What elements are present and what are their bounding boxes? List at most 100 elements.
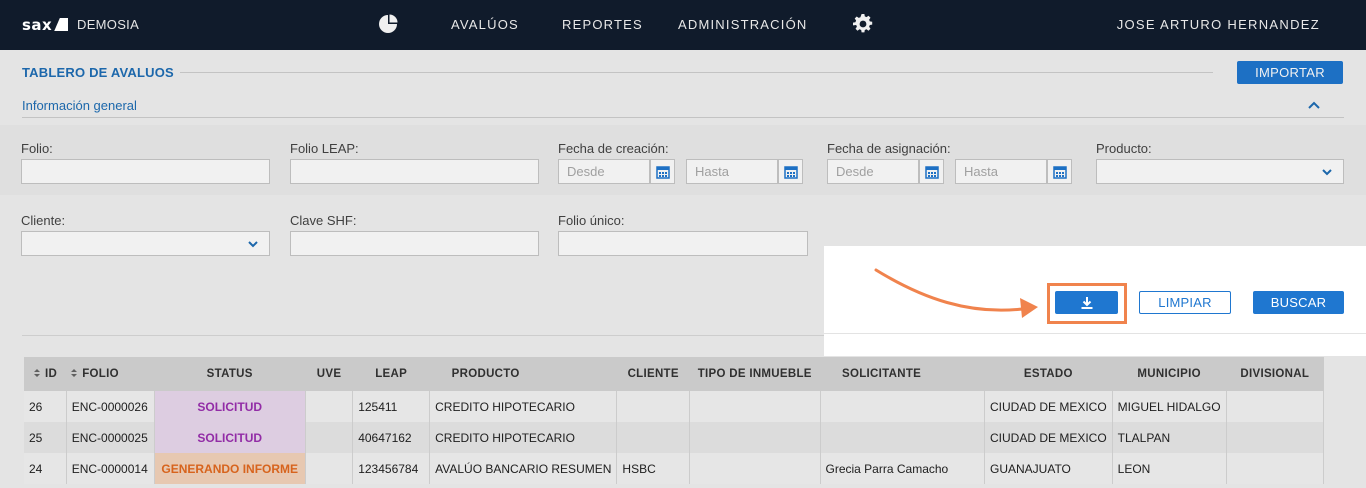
calendar-icon[interactable] bbox=[650, 159, 675, 184]
folio-leap-label: Folio LEAP: bbox=[290, 141, 359, 156]
chevron-down-icon bbox=[248, 241, 258, 248]
column-header-solicitante[interactable]: SOLICITANTE bbox=[820, 357, 985, 391]
column-header-divisional[interactable]: DIVISIONAL bbox=[1226, 357, 1324, 391]
nav-administracion[interactable]: ADMINISTRACIÓN bbox=[678, 17, 807, 32]
sax-logo[interactable]: sax bbox=[22, 16, 69, 34]
status-badge: GENERANDO INFORME bbox=[154, 453, 306, 484]
top-navbar: sax DEMOSIA AVALÚOS REPORTES ADMINISTRAC… bbox=[0, 0, 1366, 50]
cell-uve bbox=[305, 453, 354, 484]
fecha-creacion-hasta-input[interactable] bbox=[686, 159, 778, 184]
cell-estado: CIUDAD DE MEXICO bbox=[984, 391, 1113, 422]
folio-leap-input[interactable] bbox=[290, 159, 539, 184]
cell-id: 24 bbox=[24, 453, 67, 484]
cell-estado: CIUDAD DE MEXICO bbox=[984, 422, 1113, 453]
section-title[interactable]: Información general bbox=[22, 98, 137, 113]
clave-shf-label: Clave SHF: bbox=[290, 213, 357, 228]
folio-unico-label: Folio único: bbox=[558, 213, 625, 228]
sort-icon bbox=[34, 369, 41, 377]
status-badge: SOLICITUD bbox=[154, 391, 306, 422]
folio-input[interactable] bbox=[21, 159, 270, 184]
column-header-leap[interactable]: LEAP bbox=[352, 357, 430, 391]
download-button[interactable] bbox=[1055, 291, 1118, 314]
status-badge: SOLICITUD bbox=[154, 422, 306, 453]
divider bbox=[824, 333, 1366, 334]
column-header-tipo-inmueble[interactable]: TIPO DE INMUEBLE bbox=[689, 357, 820, 391]
cell-solicitante: Grecia Parra Camacho bbox=[820, 453, 985, 484]
divider bbox=[22, 117, 1344, 118]
column-header-folio[interactable]: FOLIO bbox=[66, 357, 155, 391]
cell-tipo-inmueble bbox=[689, 391, 821, 422]
cell-folio: ENC-0000026 bbox=[66, 391, 155, 422]
cell-id: 25 bbox=[24, 422, 67, 453]
cell-solicitante bbox=[820, 422, 985, 453]
fecha-creacion-label: Fecha de creación: bbox=[558, 141, 669, 156]
cell-tipo-inmueble bbox=[689, 453, 821, 484]
fecha-asignacion-label: Fecha de asignación: bbox=[827, 141, 951, 156]
nav-avaluos[interactable]: AVALÚOS bbox=[451, 17, 519, 32]
fecha-asignacion-desde-input[interactable] bbox=[827, 159, 919, 184]
column-header-cliente[interactable]: CLIENTE bbox=[616, 357, 690, 391]
folio-label: Folio: bbox=[21, 141, 53, 156]
cell-cliente bbox=[616, 422, 691, 453]
cell-tipo-inmueble bbox=[689, 422, 821, 453]
cell-producto: CREDITO HIPOTECARIO bbox=[429, 422, 618, 453]
cell-uve bbox=[305, 391, 354, 422]
chevron-down-icon bbox=[1322, 169, 1332, 176]
cell-municipio: LEON bbox=[1112, 453, 1227, 484]
cell-solicitante bbox=[820, 391, 985, 422]
column-header-uve[interactable]: UVE bbox=[305, 357, 353, 391]
cell-cliente: HSBC bbox=[616, 453, 691, 484]
cell-cliente bbox=[616, 391, 691, 422]
cell-uve bbox=[305, 422, 354, 453]
column-header-id[interactable]: ID bbox=[24, 357, 67, 391]
column-header-municipio[interactable]: MUNICIPIO bbox=[1112, 357, 1227, 391]
cell-municipio: MIGUEL HIDALGO bbox=[1112, 391, 1227, 422]
clave-shf-input[interactable] bbox=[290, 231, 539, 256]
cell-producto: CREDITO HIPOTECARIO bbox=[429, 391, 618, 422]
sort-icon bbox=[71, 369, 78, 377]
cell-leap: 40647162 bbox=[352, 422, 431, 453]
folio-unico-input[interactable] bbox=[558, 231, 808, 256]
nav-reportes[interactable]: REPORTES bbox=[562, 17, 643, 32]
annotation-arrow-icon bbox=[874, 268, 1038, 318]
fecha-asignacion-hasta-input[interactable] bbox=[955, 159, 1047, 184]
cell-leap: 123456784 bbox=[352, 453, 431, 484]
table-row[interactable]: 24 ENC-0000014 GENERANDO INFORME 1234567… bbox=[24, 453, 1325, 484]
cliente-label: Cliente: bbox=[21, 213, 66, 228]
divider bbox=[180, 72, 1213, 73]
calendar-icon[interactable] bbox=[1047, 159, 1072, 184]
import-button[interactable]: IMPORTAR bbox=[1237, 61, 1343, 84]
cell-folio: ENC-0000025 bbox=[66, 422, 155, 453]
cell-producto: AVALÚO BANCARIO RESUMEN bbox=[429, 453, 618, 484]
pie-chart-icon[interactable] bbox=[378, 14, 398, 34]
column-header-estado[interactable]: ESTADO bbox=[984, 357, 1113, 391]
cell-divisional bbox=[1226, 422, 1325, 453]
cell-divisional bbox=[1226, 453, 1325, 484]
cliente-select[interactable] bbox=[21, 231, 270, 256]
buscar-button[interactable]: BUSCAR bbox=[1253, 291, 1344, 314]
producto-select[interactable] bbox=[1096, 159, 1344, 184]
table-row[interactable]: 26 ENC-0000026 SOLICITUD 125411 CREDITO … bbox=[24, 391, 1325, 422]
cell-leap: 125411 bbox=[352, 391, 431, 422]
cell-divisional bbox=[1226, 391, 1325, 422]
fecha-creacion-desde-input[interactable] bbox=[558, 159, 650, 184]
cell-municipio: TLALPAN bbox=[1112, 422, 1227, 453]
download-icon bbox=[1081, 296, 1092, 309]
producto-label: Producto: bbox=[1096, 141, 1152, 156]
limpiar-button[interactable]: LIMPIAR bbox=[1139, 291, 1231, 314]
cell-estado: GUANAJUATO bbox=[984, 453, 1113, 484]
column-header-producto[interactable]: PRODUCTO bbox=[429, 357, 617, 391]
brand-name: DEMOSIA bbox=[77, 17, 140, 32]
calendar-icon[interactable] bbox=[778, 159, 803, 184]
cell-folio: ENC-0000014 bbox=[66, 453, 155, 484]
chevron-up-icon[interactable] bbox=[1307, 98, 1321, 112]
gear-icon[interactable] bbox=[853, 14, 873, 34]
column-header-status[interactable]: STATUS bbox=[154, 357, 306, 391]
divider bbox=[22, 335, 824, 336]
table-header-row: ID FOLIO STATUS UVE LEAP PRODUCTO CLIENT… bbox=[24, 357, 1324, 391]
user-name[interactable]: JOSE ARTURO HERNANDEZ bbox=[1117, 17, 1320, 32]
cell-id: 26 bbox=[24, 391, 67, 422]
calendar-icon[interactable] bbox=[919, 159, 944, 184]
page-title: TABLERO DE AVALUOS bbox=[22, 65, 174, 80]
table-row[interactable]: 25 ENC-0000025 SOLICITUD 40647162 CREDIT… bbox=[24, 422, 1325, 453]
